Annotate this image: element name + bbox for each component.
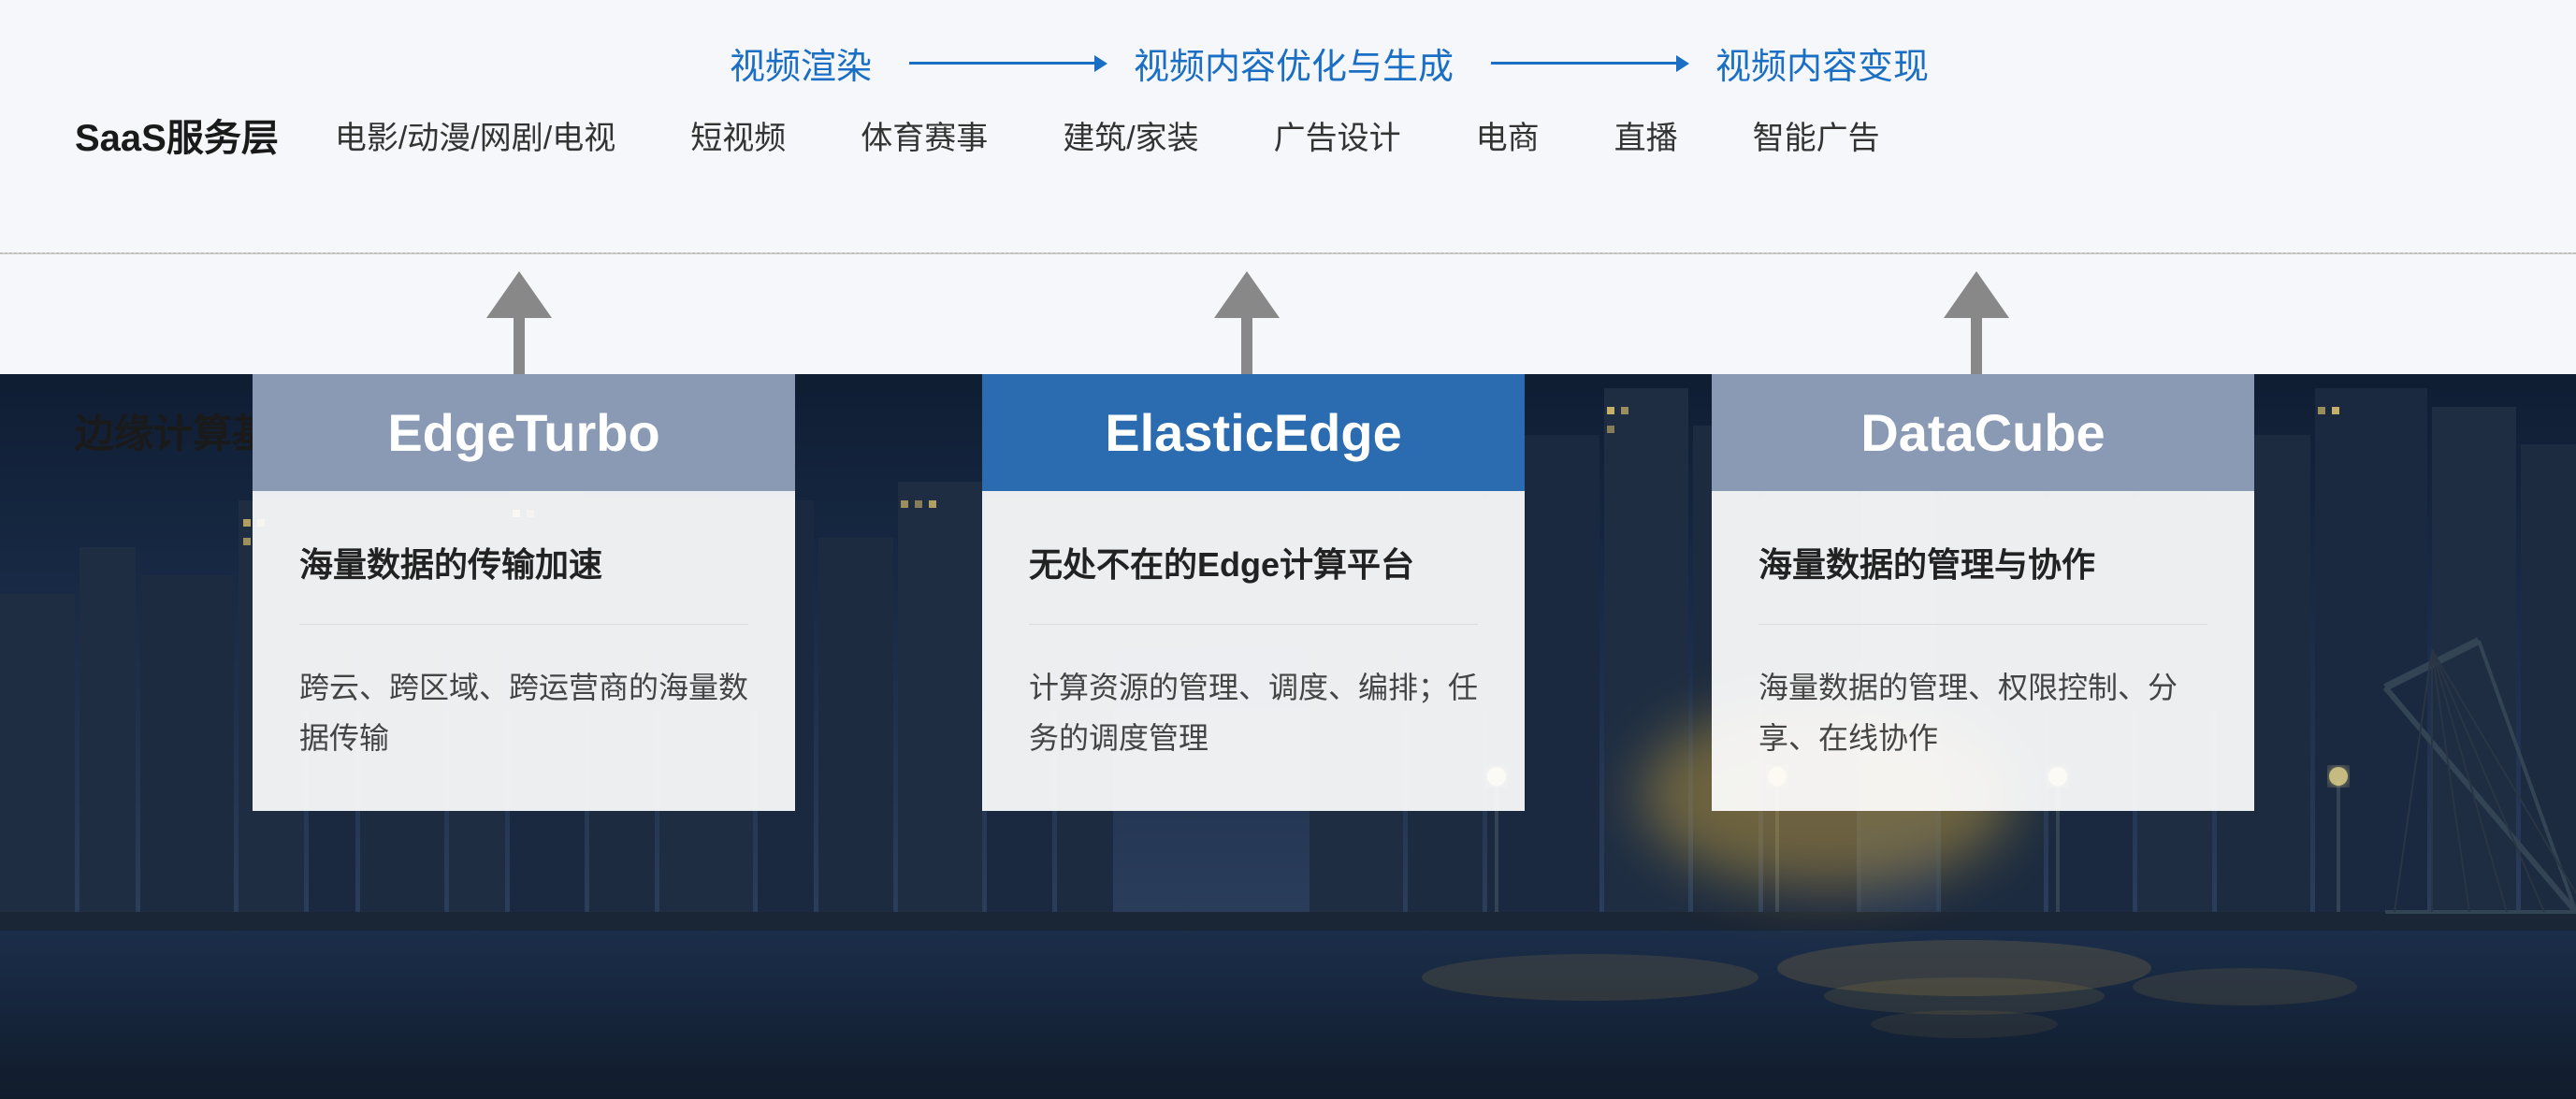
card-datacube-title: DataCube	[1860, 403, 2105, 462]
card-datacube-body: 海量数据的管理与协作 海量数据的管理、权限控制、分享、在线协作	[1712, 491, 2254, 811]
flow-label-optimize: 视频内容优化与生成	[1134, 37, 1454, 89]
card-datacube-header: DataCube	[1712, 374, 2254, 491]
saas-item-5: 电商	[1476, 112, 1540, 158]
up-arrow-datacube-head	[1944, 271, 2009, 318]
saas-item-4: 广告设计	[1274, 112, 1401, 158]
flow-arrows-row: 视频渲染 视频内容优化与生成 视频内容变现	[299, 37, 2501, 89]
saas-item-6: 直播	[1614, 112, 1678, 158]
saas-item-0: 电影/动漫/网剧/电视	[335, 112, 615, 158]
card-elasticedge-body: 无处不在的Edge计算平台 计算资源的管理、调度、编排；任务的调度管理	[982, 491, 1525, 811]
card-edgeturbo-divider	[299, 624, 748, 625]
flow-arrow-2	[1491, 62, 1678, 65]
card-datacube-subtitle: 海量数据的管理与协作	[1758, 538, 2207, 586]
card-edgeturbo-subtitle: 海量数据的传输加速	[299, 538, 748, 586]
card-elasticedge-subtitle: 无处不在的Edge计算平台	[1029, 538, 1478, 586]
card-datacube-divider	[1758, 624, 2207, 625]
flow-label-monetize: 视频内容变现	[1715, 37, 1929, 89]
card-elasticedge-header: ElasticEdge	[982, 374, 1525, 491]
card-elasticedge-desc: 计算资源的管理、调度、编排；任务的调度管理	[1029, 662, 1478, 764]
saas-item-7: 智能广告	[1753, 112, 1880, 158]
saas-item-3: 建筑/家装	[1063, 112, 1198, 158]
card-elasticedge-title: ElasticEdge	[1105, 403, 1401, 462]
card-datacube: DataCube 海量数据的管理与协作 海量数据的管理、权限控制、分享、在线协作	[1712, 374, 2254, 811]
flow-arrow-1	[909, 62, 1096, 65]
card-elasticedge: ElasticEdge 无处不在的Edge计算平台 计算资源的管理、调度、编排；…	[982, 374, 1525, 811]
card-edgeturbo-desc: 跨云、跨区域、跨运营商的海量数据传输	[299, 662, 748, 764]
saas-layer-label: SaaS服务层	[75, 108, 279, 162]
saas-layer: 视频渲染 视频内容优化与生成 视频内容变现 SaaS服务层 电影/动漫/网剧/电…	[0, 0, 2576, 262]
saas-item-1: 短视频	[690, 112, 786, 158]
card-edgeturbo-title: EdgeTurbo	[387, 403, 659, 462]
card-edgeturbo-body: 海量数据的传输加速 跨云、跨区域、跨运营商的海量数据传输	[253, 491, 795, 811]
page-container: 视频渲染 视频内容优化与生成 视频内容变现 SaaS服务层 电影/动漫/网剧/电…	[0, 0, 2576, 1099]
edge-layer: 边缘计算基础设施层 EdgeTurbo 海量数据的传输加速 跨云、跨区域、跨运营…	[0, 253, 2576, 1099]
up-arrow-elasticedge-head	[1214, 271, 1280, 318]
saas-item-2: 体育赛事	[861, 112, 988, 158]
card-elasticedge-divider	[1029, 624, 1478, 625]
card-edgeturbo: EdgeTurbo 海量数据的传输加速 跨云、跨区域、跨运营商的海量数据传输	[253, 374, 795, 811]
flow-label-render: 视频渲染	[730, 37, 872, 89]
up-arrow-edgeturbo-head	[486, 271, 552, 318]
card-datacube-desc: 海量数据的管理、权限控制、分享、在线协作	[1758, 662, 2207, 764]
card-edgeturbo-header: EdgeTurbo	[253, 374, 795, 491]
saas-items-row: SaaS服务层 电影/动漫/网剧/电视 短视频 体育赛事 建筑/家装 广告设计 …	[75, 108, 2501, 162]
